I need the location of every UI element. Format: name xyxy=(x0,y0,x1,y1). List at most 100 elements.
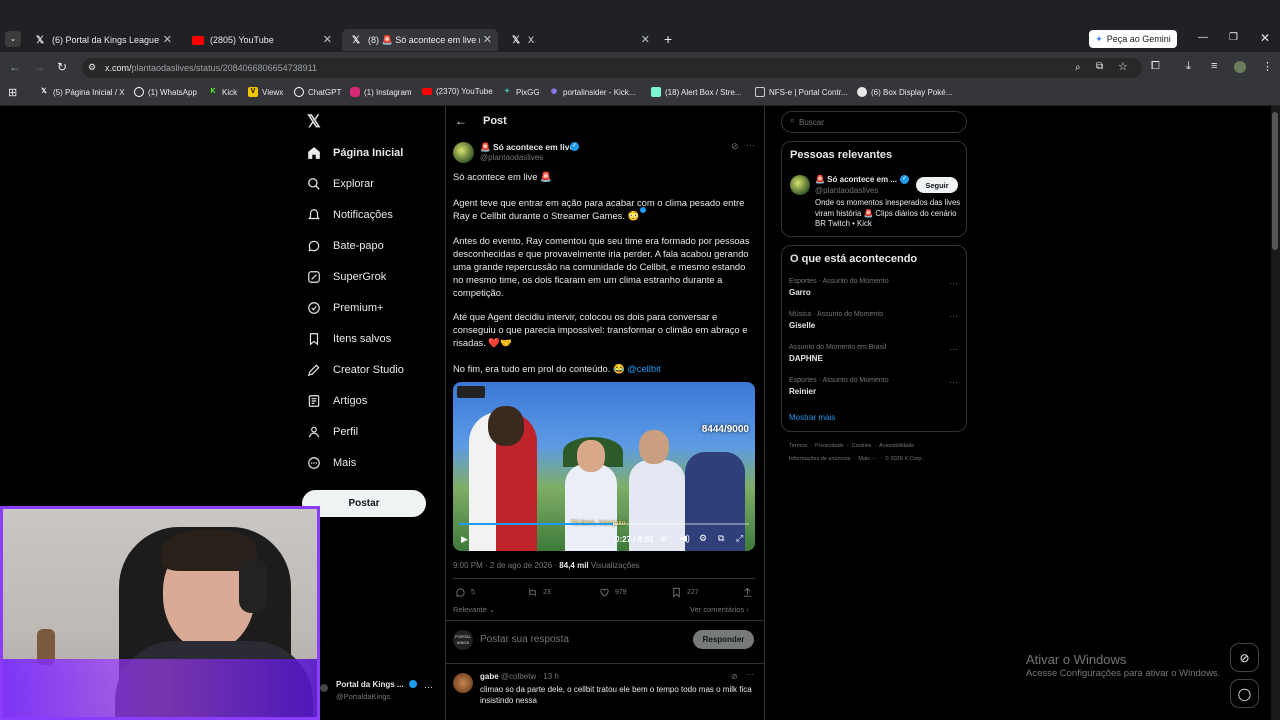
apps-icon[interactable]: ⊞ xyxy=(8,86,17,99)
maximize-button[interactable]: ❐ xyxy=(1229,32,1238,43)
sidebar-item-articles[interactable]: Artigos xyxy=(306,390,367,412)
grok-icon[interactable]: ⊘ xyxy=(731,141,739,152)
star-icon[interactable]: ☆ xyxy=(1118,60,1128,73)
close-icon[interactable]: ✕ xyxy=(641,33,650,46)
like-action[interactable]: 979 xyxy=(599,587,627,598)
sidebar-item-explore[interactable]: Explorar xyxy=(306,173,374,195)
sidebar-item-bookmarks[interactable]: Itens salvos xyxy=(306,328,391,350)
close-window-button[interactable]: ✕ xyxy=(1260,31,1270,45)
minimize-button[interactable]: — xyxy=(1198,32,1208,43)
install-icon[interactable]: ⧉ xyxy=(1096,61,1103,72)
trend-item[interactable]: Assunto do Momento em Brasil DAPHNE ··· xyxy=(789,344,958,363)
bookmark-item[interactable]: (1) Instagram xyxy=(350,87,412,97)
reload-button[interactable]: ↻ xyxy=(57,60,67,74)
footer-links[interactable]: Termos · Privacidade · Cookies · Acessib… xyxy=(789,443,919,449)
reply-button[interactable]: Responder xyxy=(693,630,754,649)
search-input[interactable]: Buscar xyxy=(799,118,824,127)
gemini-button[interactable]: ✦ Peça ao Gemini xyxy=(1089,30,1177,48)
captions-icon[interactable]: ⧈ xyxy=(661,534,666,544)
post-timestamp[interactable]: 9:00 PM · 2 de ago de 2026 · xyxy=(453,561,559,570)
comment-author[interactable]: gabe xyxy=(480,672,499,681)
author-handle[interactable]: @plantaodaslives xyxy=(480,153,543,162)
reply-action[interactable]: 5 xyxy=(455,587,475,598)
comment-avatar[interactable] xyxy=(453,673,473,693)
footer-links[interactable]: Informações de anúncios · Mais ··· · © 2… xyxy=(789,456,923,462)
bookmark-item[interactable]: (18) Alert Box / Stre... xyxy=(651,87,741,97)
post-button[interactable]: Postar xyxy=(302,490,426,517)
fullscreen-icon[interactable]: ⤢ xyxy=(736,533,743,544)
play-icon[interactable]: ▶ xyxy=(461,534,468,545)
media-icon[interactable]: ≡ xyxy=(1211,60,1217,72)
comment-handle[interactable]: @colbetw xyxy=(501,672,536,681)
trend-item[interactable]: Música · Assunto do Momento Giselle ··· xyxy=(789,311,958,330)
sidebar-item-profile[interactable]: Perfil xyxy=(306,421,358,443)
close-icon[interactable]: ✕ xyxy=(323,33,332,46)
close-icon[interactable]: ✕ xyxy=(483,33,492,46)
close-icon[interactable]: ✕ xyxy=(163,33,172,46)
volume-icon[interactable]: ◀) xyxy=(680,533,690,544)
grok-float-button[interactable]: ⊘ xyxy=(1230,643,1259,672)
trend-menu-icon[interactable]: ··· xyxy=(949,377,958,387)
browser-tab[interactable]: (2805) YouTube ✕ xyxy=(184,29,338,51)
bookmark-item[interactable]: ◉ portalinsider - Kick... xyxy=(549,87,636,97)
sidebar-item-premium[interactable]: Premium+ xyxy=(306,297,383,319)
sidebar-item-supergrok[interactable]: SuperGrok xyxy=(306,266,386,288)
new-tab-button[interactable]: + xyxy=(664,31,672,47)
download-icon[interactable]: ⤓ xyxy=(1186,60,1191,73)
bookmark-item[interactable]: ✦ PixGG xyxy=(502,87,540,97)
extensions-icon[interactable]: ⧠ xyxy=(1151,60,1160,73)
tab-search-button[interactable]: ⌄ xyxy=(5,31,21,47)
bookmark-item[interactable]: K Kick xyxy=(208,87,237,97)
bookmark-item[interactable]: (6) Box Display Poké... xyxy=(857,87,952,97)
bookmark-item[interactable]: (1) WhatsApp xyxy=(134,87,197,97)
relevant-handle[interactable]: @plantaodaslives xyxy=(815,186,878,195)
sidebar-item-more[interactable]: Mais xyxy=(306,452,356,474)
browser-tab[interactable]: 𝕏 X ✕ xyxy=(502,29,656,51)
relevant-name[interactable]: 🚨 Só acontece em ... xyxy=(815,175,897,184)
bookmark-item[interactable]: V Viewx xyxy=(248,87,283,97)
account-avatar[interactable] xyxy=(320,684,328,692)
trend-item[interactable]: Esportes · Assunto do Momento Reinier ··· xyxy=(789,377,958,396)
post-menu-icon[interactable]: ··· xyxy=(746,140,755,150)
browser-tab-active[interactable]: 𝕏 (8) 🚨 Só acontece em live no ✕ xyxy=(342,29,498,51)
scrollbar-thumb[interactable] xyxy=(1272,112,1278,250)
grok-icon[interactable]: ⊘ xyxy=(731,672,738,681)
settings-icon[interactable]: ⚙ xyxy=(699,533,707,544)
back-arrow-icon[interactable]: ← xyxy=(455,114,467,128)
profile-avatar[interactable] xyxy=(1234,61,1246,73)
author-avatar[interactable] xyxy=(453,142,474,163)
trend-menu-icon[interactable]: ··· xyxy=(949,278,958,288)
repost-action[interactable]: 23 xyxy=(527,587,551,598)
sort-dropdown[interactable]: Relevante ⌄ xyxy=(453,605,495,614)
site-info-icon[interactable]: ⚙ xyxy=(88,62,96,73)
sidebar-item-home[interactable]: Página Inicial xyxy=(306,142,403,164)
url-text[interactable]: x.com/plantaodaslives/status/20840668066… xyxy=(105,63,317,73)
mention-link[interactable]: @cellbit xyxy=(627,363,661,374)
trend-menu-icon[interactable]: ··· xyxy=(949,311,958,321)
x-logo-icon[interactable]: 𝕏 xyxy=(307,112,321,132)
author-name[interactable]: 🚨 Só acontece em live xyxy=(480,142,574,153)
menu-icon[interactable]: ⋮ xyxy=(1262,60,1273,73)
relevant-avatar[interactable] xyxy=(790,175,810,195)
comment-menu-icon[interactable]: ··· xyxy=(746,670,754,679)
back-button[interactable]: ← xyxy=(9,60,21,74)
comment-time[interactable]: · 13 h xyxy=(538,672,558,681)
pip-icon[interactable]: ⧉ xyxy=(718,533,724,544)
bookmark-item[interactable]: ChatGPT xyxy=(294,87,341,97)
bookmark-action[interactable]: 227 xyxy=(671,587,699,598)
messages-float-button[interactable]: ◯ xyxy=(1230,679,1259,708)
browser-tab[interactable]: 𝕏 (6) Portal da Kings League 👑 n ✕ xyxy=(26,29,178,51)
bookmark-item[interactable]: 𝕏 (5) Página Inicial / X xyxy=(39,87,124,97)
video-progress-track[interactable] xyxy=(459,523,749,525)
trend-item[interactable]: Esportes · Assunto do Momento Garro ··· xyxy=(789,278,958,297)
sidebar-item-chat[interactable]: Bate-papo xyxy=(306,235,384,257)
video-player[interactable]: 8444/9000 Tá bem, tranquilo ▶ 0:27 / 0:5… xyxy=(453,382,755,551)
follow-button[interactable]: Seguir xyxy=(916,177,958,193)
show-more-link[interactable]: Mostrar mais xyxy=(789,413,835,422)
sidebar-item-creator-studio[interactable]: Creator Studio xyxy=(306,359,404,381)
reply-input[interactable]: Postar sua resposta xyxy=(480,634,569,645)
sidebar-item-notifications[interactable]: Notificações xyxy=(306,204,646,226)
forward-button[interactable]: → xyxy=(33,60,45,74)
bookmark-item[interactable]: NFS-e | Portal Contr... xyxy=(755,87,848,97)
see-comments-link[interactable]: Ver comentários › xyxy=(690,605,749,614)
